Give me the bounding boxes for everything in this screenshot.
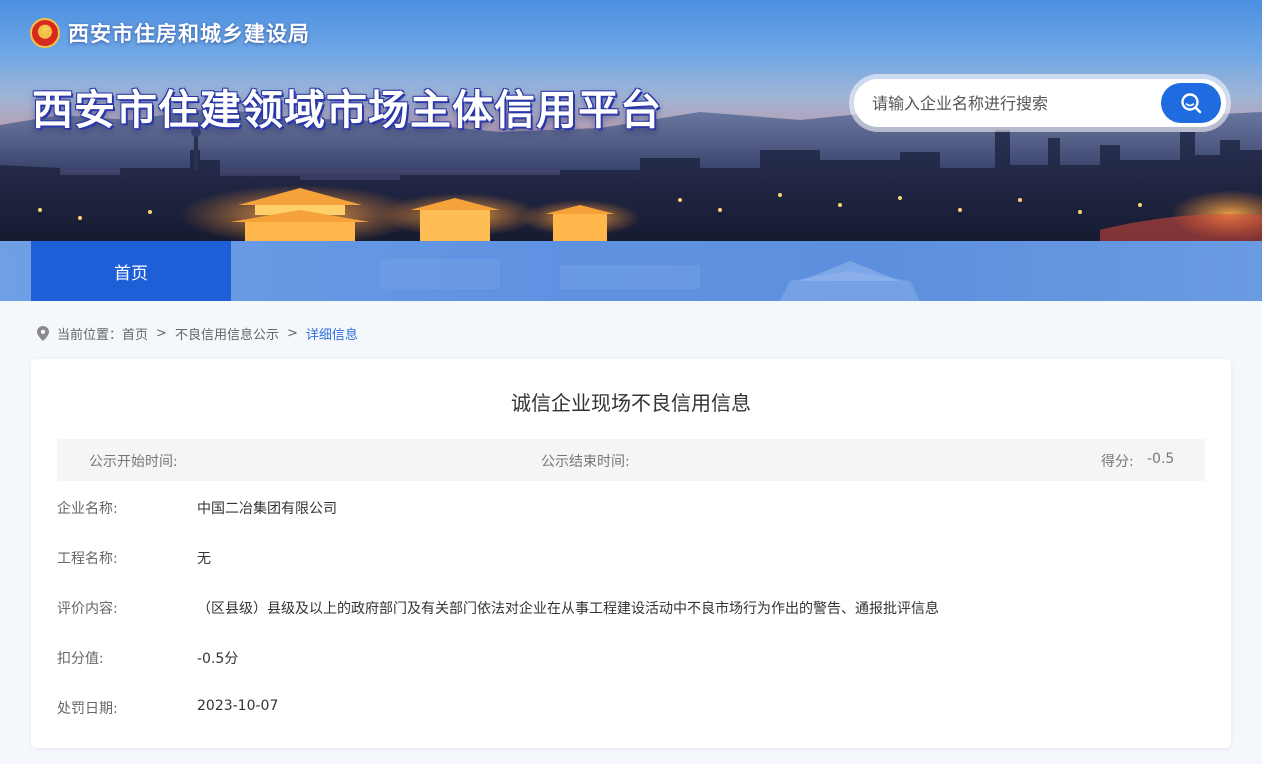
breadcrumb-home[interactable]: 首页 xyxy=(122,324,148,343)
detail-title: 诚信企业现场不良信用信息 xyxy=(511,391,751,415)
search-icon xyxy=(1181,93,1202,114)
project-name: 无 xyxy=(197,551,211,567)
field-label: 处罚日期: xyxy=(57,701,118,717)
field-label: 工程名称: xyxy=(57,551,118,567)
search-button[interactable] xyxy=(1161,83,1221,123)
nav-home[interactable]: 首页 xyxy=(31,241,231,301)
publicity-end-label: 公示结束时间: xyxy=(541,454,630,470)
breadcrumb-current: 详细信息 xyxy=(305,327,358,343)
breadcrumb-separator: > xyxy=(286,325,298,341)
publicity-meta-row: 公示开始时间: 公示结束时间: 得分: -0.5 xyxy=(57,439,1205,481)
search-input[interactable] xyxy=(872,93,1142,113)
breadcrumb: 当前位置： 首页 > 不良信用信息公示 > 详细信息 xyxy=(37,323,358,343)
deduction-value: -0.5分 xyxy=(197,651,239,667)
score-value: -0.5 xyxy=(1147,451,1175,467)
main-nav: 首页 xyxy=(0,241,1262,301)
score-label: 得分: xyxy=(1101,454,1134,470)
detail-card: 诚信企业现场不良信用信息 公示开始时间: 公示结束时间: 得分: -0.5 企业… xyxy=(31,359,1231,748)
national-emblem-icon xyxy=(30,18,60,48)
department-name: 西安市住房和城乡建设局 xyxy=(68,21,310,46)
breadcrumb-bad-credit-list[interactable]: 不良信用信息公示 xyxy=(175,324,279,343)
evaluation-content: （区县级）县级及以上的政府部门及有关部门依法对企业在从事工程建设活动中不良市场行… xyxy=(197,601,939,617)
location-pin-icon xyxy=(37,325,49,341)
search-bar xyxy=(849,74,1231,132)
field-label: 扣分值: xyxy=(57,651,104,667)
header-banner: 西安市住房和城乡建设局 西安市住建领域市场主体信用平台 xyxy=(0,0,1262,241)
company-name: 中国二冶集团有限公司 xyxy=(197,501,337,517)
platform-title: 西安市住建领域市场主体信用平台 xyxy=(32,86,662,134)
penalty-date: 2023-10-07 xyxy=(197,698,279,714)
breadcrumb-prefix: 当前位置： xyxy=(57,327,123,343)
breadcrumb-separator: > xyxy=(156,325,167,341)
publicity-start-label: 公示开始时间: xyxy=(89,454,178,470)
field-label: 企业名称: xyxy=(57,501,118,517)
department-header: 西安市住房和城乡建设局 xyxy=(30,15,310,51)
field-label: 评价内容: xyxy=(57,601,118,617)
